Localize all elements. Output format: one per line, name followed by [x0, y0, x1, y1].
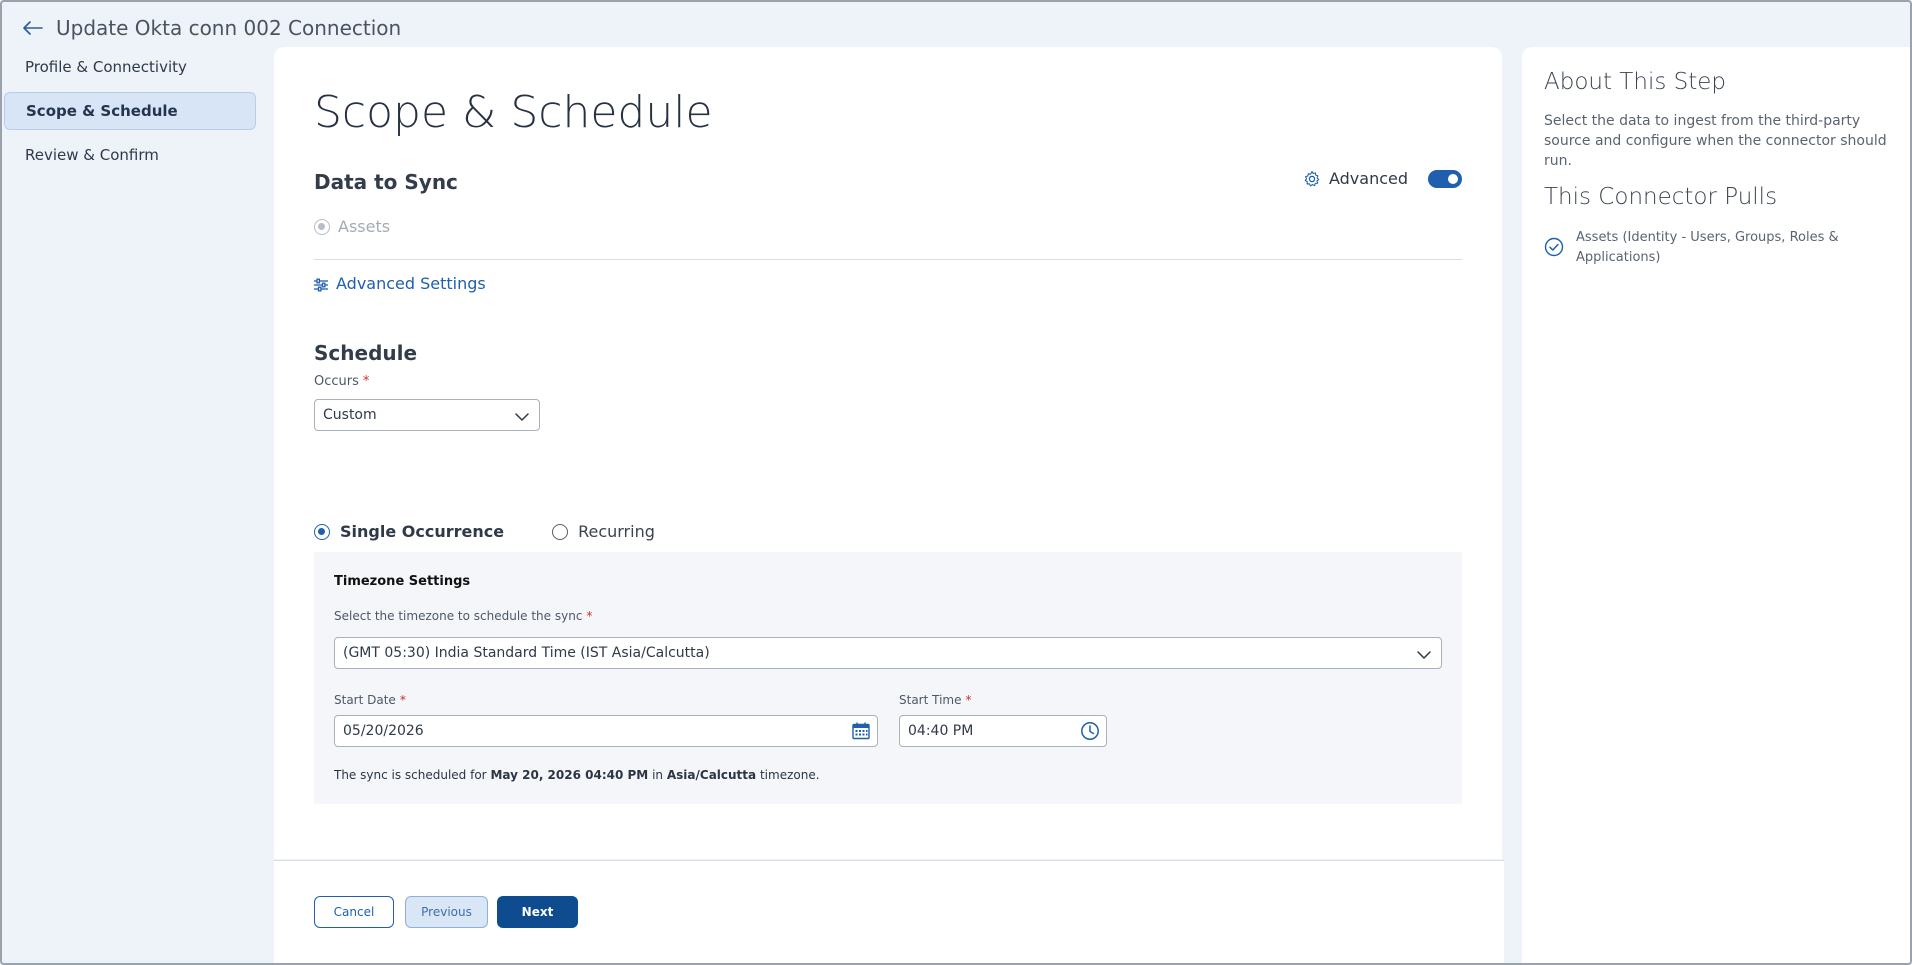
start-date-value: 05/20/2026	[343, 723, 424, 739]
recurring-label: Recurring	[578, 522, 655, 541]
advanced-settings-link[interactable]: Advanced Settings	[314, 274, 486, 293]
main-content-card: Scope & Schedule Data to Sync Advanced A…	[274, 47, 1502, 859]
gear-icon	[1303, 170, 1321, 188]
previous-button[interactable]: Previous	[405, 896, 488, 928]
wizard-steps-nav: Profile & Connectivity Scope & Schedule …	[4, 48, 256, 180]
start-time-value: 04:40 PM	[908, 723, 974, 739]
advanced-label: Advanced	[1328, 169, 1408, 188]
single-occurrence-label: Single Occurrence	[340, 522, 505, 541]
arrow-left-icon[interactable]	[22, 19, 44, 37]
occurs-label: Occurs *	[314, 374, 370, 389]
connector-pulls-item: Assets (Identity - Users, Groups, Roles …	[1576, 230, 1839, 265]
section-divider	[314, 259, 1462, 260]
data-to-sync-heading: Data to Sync	[314, 170, 458, 194]
help-panel: About This Step Select the data to inges…	[1522, 47, 1910, 963]
advanced-control: Advanced	[1303, 169, 1462, 188]
sliders-icon	[314, 277, 328, 291]
sidebar-item-scope-schedule[interactable]: Scope & Schedule	[4, 92, 256, 130]
about-step-text: Select the data to ingest from the third…	[1544, 113, 1887, 169]
assets-label: Assets	[338, 217, 391, 236]
page-title: Scope & Schedule	[314, 87, 713, 138]
timezone-select-value: (GMT 05:30) India Standard Time (IST Asi…	[343, 645, 710, 661]
required-marker: *	[362, 374, 370, 389]
schedule-heading: Schedule	[314, 341, 418, 365]
about-step-title: About This Step	[1544, 69, 1726, 95]
start-time-input[interactable]: 04:40 PM	[899, 715, 1107, 747]
timezone-select-label: Select the timezone to schedule the sync…	[334, 609, 593, 623]
check-circle-icon	[1544, 237, 1564, 257]
occurrence-type-group: Single Occurrence Recurring	[314, 522, 655, 541]
recurring-radio[interactable]	[552, 523, 569, 540]
required-marker: *	[965, 693, 972, 707]
summary-datetime: May 20, 2026 04:40 PM	[490, 768, 649, 782]
next-button[interactable]: Next	[497, 896, 578, 928]
timezone-settings-panel: Timezone Settings Select the timezone to…	[314, 552, 1462, 804]
sidebar-item-review-confirm[interactable]: Review & Confirm	[4, 136, 256, 174]
connector-pulls-title: This Connector Pulls	[1544, 184, 1778, 210]
cancel-button[interactable]: Cancel	[314, 896, 394, 928]
assets-option: Assets	[314, 217, 390, 236]
timezone-settings-heading: Timezone Settings	[334, 574, 471, 589]
page-header-title: Update Okta conn 002 Connection	[56, 16, 402, 40]
calendar-icon[interactable]	[851, 721, 871, 741]
required-marker: *	[399, 693, 406, 707]
clock-icon[interactable]	[1080, 721, 1100, 741]
single-occurrence-option[interactable]: Single Occurrence	[314, 522, 504, 541]
start-date-label: Start Date *	[334, 693, 406, 707]
sidebar-item-profile-connectivity[interactable]: Profile & Connectivity	[4, 48, 256, 86]
advanced-settings-label: Advanced Settings	[336, 274, 486, 293]
summary-timezone: Asia/Calcutta	[666, 768, 757, 782]
start-date-input[interactable]: 05/20/2026	[334, 715, 878, 747]
schedule-summary: The sync is scheduled for May 20, 2026 0…	[334, 768, 820, 782]
single-occurrence-radio[interactable]	[314, 523, 330, 540]
chevron-down-icon	[1417, 648, 1431, 659]
start-time-label: Start Time *	[899, 693, 972, 707]
assets-radio	[314, 218, 330, 235]
advanced-toggle[interactable]	[1428, 169, 1462, 188]
wizard-footer: Cancel Previous Next	[274, 860, 1504, 963]
recurring-option[interactable]: Recurring	[552, 522, 655, 541]
occurs-select-value: Custom	[323, 407, 377, 423]
page-header: Update Okta conn 002 Connection	[22, 14, 401, 42]
chevron-down-icon	[515, 410, 529, 421]
app-window: Update Okta conn 002 Connection Profile …	[0, 0, 1912, 965]
occurs-select[interactable]: Custom	[314, 399, 540, 431]
timezone-select[interactable]: (GMT 05:30) India Standard Time (IST Asi…	[334, 637, 1442, 669]
required-marker: *	[586, 609, 593, 623]
